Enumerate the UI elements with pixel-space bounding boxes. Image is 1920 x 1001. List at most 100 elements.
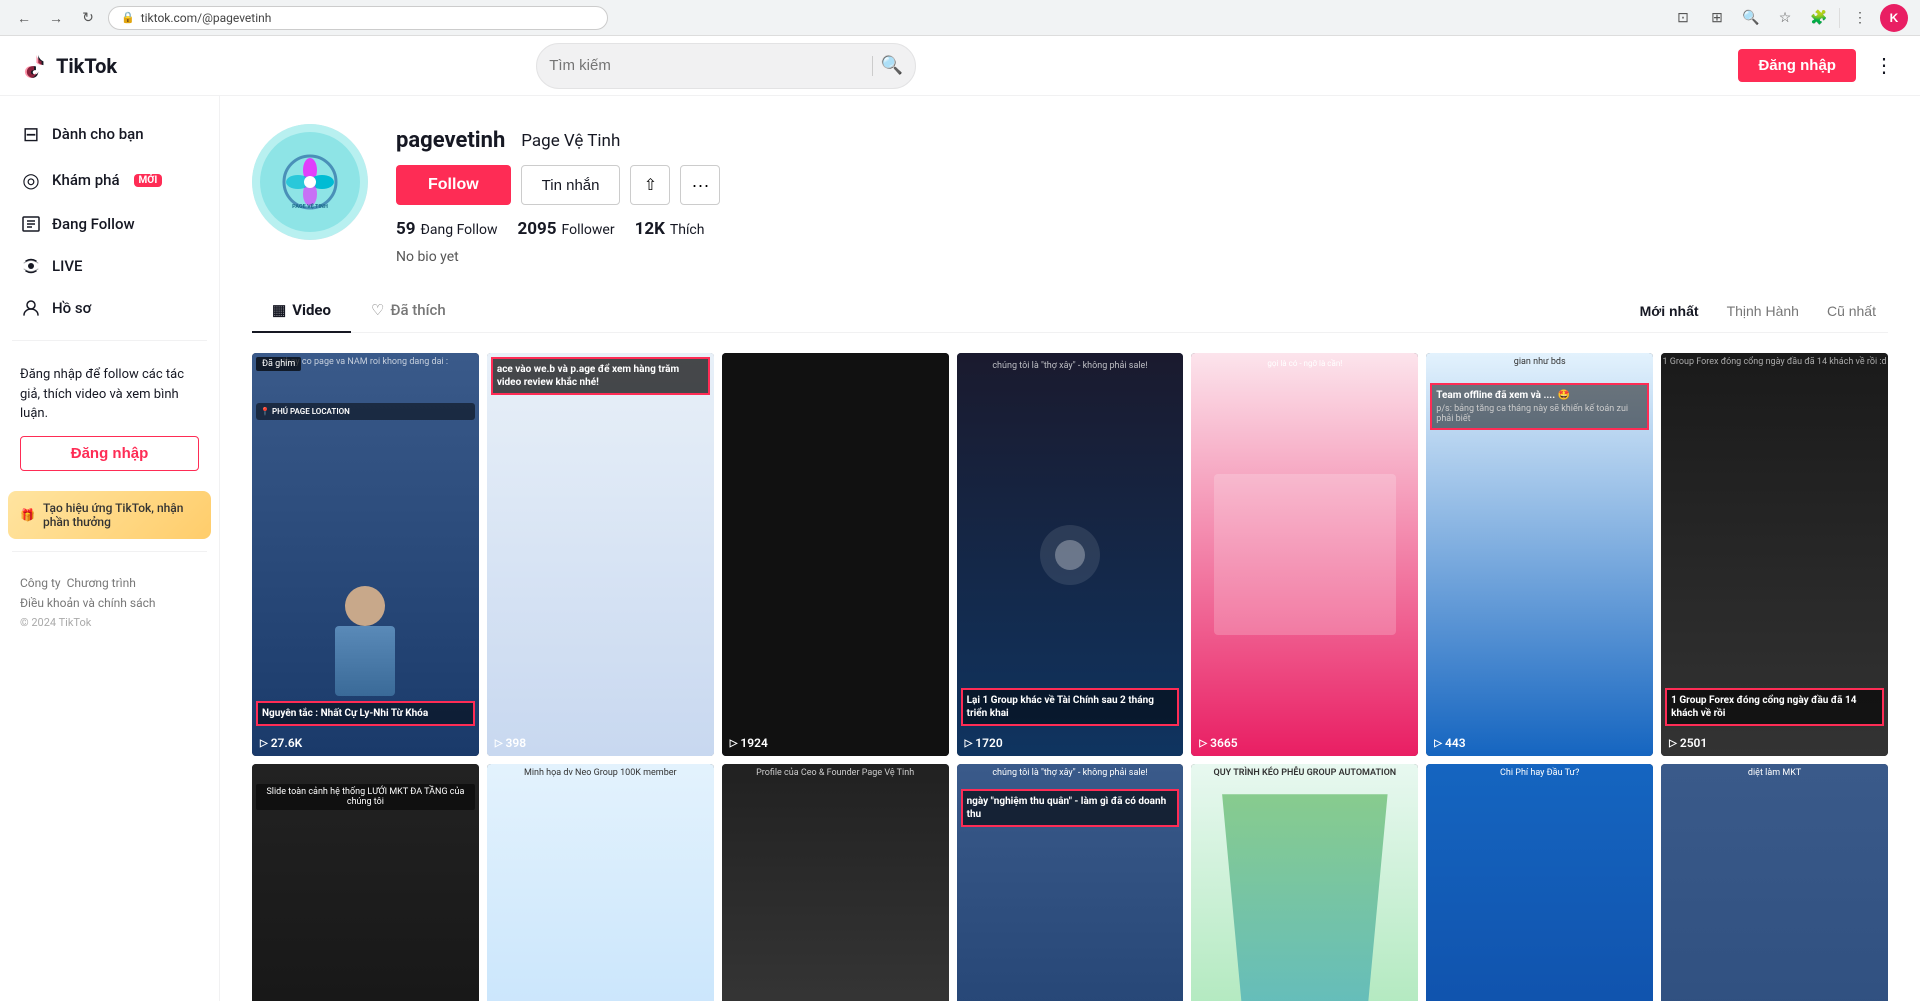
liked-tab-label: Đã thích <box>390 301 445 319</box>
video-card-12[interactable]: QUY TRÌNH KÉO PHỄU GROUP AUTOMATION ▷ 14… <box>1191 764 1418 1001</box>
tab-video[interactable]: ▦ Video <box>252 289 351 333</box>
top-navigation: TikTok 🔍 Đăng nhập ⋮ <box>0 36 1920 96</box>
sort-buttons: Mới nhất Thịnh Hành Cũ nhất <box>1628 297 1888 325</box>
video-card-13[interactable]: Chi Phí hay Đầu Tư? Chi Phí hay Đầu Tư? … <box>1426 764 1653 1001</box>
video-card-5[interactable]: gọi là có - ngỡ là cần! ▷ 3665 <box>1191 353 1418 756</box>
video-card-10[interactable]: Profile của Ceo & Founder Page Vệ Tinh P… <box>722 764 949 1001</box>
browser-translate-button[interactable]: ⊞ <box>1703 4 1731 32</box>
browser-more-button[interactable]: ⋮ <box>1846 4 1874 32</box>
message-button[interactable]: Tin nhắn <box>521 165 621 205</box>
browser-zoom-button[interactable]: 🔍 <box>1737 4 1765 32</box>
video-views-6: ▷ 443 <box>1434 736 1465 750</box>
video-views-5: ▷ 3665 <box>1199 736 1237 750</box>
video-card-3[interactable]: ▷ 1924 <box>722 353 949 756</box>
new-badge: MỚI <box>134 174 163 187</box>
sidebar-login-text: Đăng nhập để follow các tác giả, thích v… <box>20 365 199 424</box>
promo-icon: 🎁 <box>20 508 35 522</box>
video-caption-11: ngày "nghiệm thu quân" - làm gì đã có do… <box>961 789 1180 827</box>
profile-avatar: PAGE VỆ TINH <box>252 124 368 240</box>
dang-nhap-button[interactable]: Đăng nhập <box>1738 49 1856 82</box>
browser-url-bar[interactable]: 🔒 tiktok.com/@pagevetinh <box>108 6 608 30</box>
sort-newest-button[interactable]: Mới nhất <box>1628 297 1711 325</box>
sidebar-promo[interactable]: 🎁 Tạo hiệu ứng TikTok, nhận phần thưởng <box>8 491 211 539</box>
following-label: Đang Follow <box>421 222 498 238</box>
nav-actions: Đăng nhập ⋮ <box>1738 49 1900 82</box>
pinned-badge: Đã ghim <box>256 357 301 371</box>
sidebar-label-danh-cho-ban: Dành cho bạn <box>52 125 144 143</box>
profile-bio: No bio yet <box>396 249 1888 265</box>
video-views-4: ▷ 1720 <box>965 736 1003 750</box>
copyright-text: © 2024 TikTok <box>20 616 199 629</box>
tiktok-app: TikTok 🔍 Đăng nhập ⋮ ⊟ Dành cho bạn ◎ Kh… <box>0 36 1920 1001</box>
followers-stat[interactable]: 2095 Follower <box>517 219 614 239</box>
likes-label: Thích <box>670 222 705 238</box>
search-icon[interactable]: 🔍 <box>881 55 903 76</box>
video-card-7[interactable]: 1 Group Forex đóng cổng ngày đầu đã 14 k… <box>1661 353 1888 756</box>
profile-actions: Follow Tin nhắn ⇧ ··· <box>396 165 1888 205</box>
content-area: PAGE VỆ TINH pagevetinh Page Vệ Tinh Fol… <box>220 96 1920 1001</box>
browser-bar: ← → ↻ 🔒 tiktok.com/@pagevetinh ⊡ ⊞ 🔍 ☆ 🧩… <box>0 0 1920 36</box>
followers-label: Follower <box>562 222 615 238</box>
browser-extension-button[interactable]: 🧩 <box>1805 4 1833 32</box>
sidebar-label-dang-follow: Đang Follow <box>52 215 135 233</box>
search-bar[interactable]: 🔍 <box>536 43 916 89</box>
sidebar-label-live: LIVE <box>52 257 83 275</box>
sidebar-footer: Công ty Chương trình Điều khoản và chính… <box>8 564 211 641</box>
video-card-14[interactable]: diệt làm MKT Giữ lại bao nhiêu page Phụ … <box>1661 764 1888 1001</box>
following-stat[interactable]: 59 Đang Follow <box>396 219 497 239</box>
video-grid: thay co page va NAM roi khong dang dai :… <box>252 353 1888 1001</box>
browser-bookmark-button[interactable]: ☆ <box>1771 4 1799 32</box>
footer-link-program[interactable]: Chương trình <box>67 576 136 590</box>
sidebar-item-ho-so[interactable]: Hồ sơ <box>8 288 211 328</box>
sort-trending-button[interactable]: Thịnh Hành <box>1715 297 1811 325</box>
profile-username: pagevetinh <box>396 128 505 153</box>
video-tab-icon: ▦ <box>272 301 286 319</box>
video-views-1: ▷ 27.6K <box>260 736 302 750</box>
profile-tabs: ▦ Video ♡ Đã thích Mới nhất Thịnh Hành C… <box>252 289 1888 333</box>
video-card-9[interactable]: Minh họa dv Neo Group 100K member Minh h… <box>487 764 714 1001</box>
sidebar-label-kham-pha: Khám phá <box>52 171 120 189</box>
sidebar-item-kham-pha[interactable]: ◎ Khám phá MỚI <box>8 158 211 202</box>
more-profile-button[interactable]: ··· <box>680 165 720 205</box>
promo-text: Tạo hiệu ứng TikTok, nhận phần thưởng <box>43 501 199 529</box>
sidebar-item-live[interactable]: LIVE <box>8 246 211 286</box>
video-caption-2: ace vào we.b và p.age để xem hàng trăm v… <box>491 357 710 395</box>
profile-stats: 59 Đang Follow 2095 Follower 12K Thích <box>396 219 1888 239</box>
follow-button[interactable]: Follow <box>396 165 511 205</box>
video-views-2: ▷ 398 <box>495 736 526 750</box>
search-input[interactable] <box>549 57 864 74</box>
tab-liked[interactable]: ♡ Đã thích <box>351 289 466 333</box>
browser-back-button[interactable]: ← <box>12 6 36 30</box>
sidebar-item-danh-cho-ban[interactable]: ⊟ Dành cho bạn <box>8 112 211 156</box>
profile-header: PAGE VỆ TINH pagevetinh Page Vệ Tinh Fol… <box>252 124 1888 265</box>
sort-oldest-button[interactable]: Cũ nhất <box>1815 297 1888 325</box>
video-card-4[interactable]: chúng tôi là "thợ xây" - không phải sale… <box>957 353 1184 756</box>
video-card-2[interactable]: ace vào we.b và p.age để xem hàng trăm v… <box>487 353 714 756</box>
tiktok-logo[interactable]: TikTok <box>20 51 117 81</box>
browser-cast-button[interactable]: ⊡ <box>1669 4 1697 32</box>
footer-link-company[interactable]: Công ty <box>20 576 61 590</box>
share-icon: ⇧ <box>644 175 657 195</box>
footer-link-terms[interactable]: Điều khoản và chính sách <box>20 596 156 610</box>
sidebar: ⊟ Dành cho bạn ◎ Khám phá MỚI Đang Follo <box>0 96 220 1001</box>
browser-forward-button[interactable]: → <box>44 6 68 30</box>
browser-reload-button[interactable]: ↻ <box>76 6 100 30</box>
profile-info: pagevetinh Page Vệ Tinh Follow Tin nhắn … <box>396 124 1888 265</box>
video-card-8[interactable]: Slide toàn cảnh hệ thống LƯỚI MKT ĐA TẦN… <box>252 764 479 1001</box>
sidebar-login-section: Đăng nhập để follow các tác giả, thích v… <box>8 353 211 483</box>
profile-icon <box>20 298 42 318</box>
browser-user-avatar[interactable]: K <box>1880 4 1908 32</box>
video-card-11[interactable]: chúng tôi là "thợ xây" - không phải sale… <box>957 764 1184 1001</box>
browser-url-text: tiktok.com/@pagevetinh <box>141 11 272 25</box>
profile-username-row: pagevetinh Page Vệ Tinh <box>396 128 1888 153</box>
video-views-3: ▷ 1924 <box>730 736 768 750</box>
video-card-6[interactable]: gian như bds Team offline đã xem và ....… <box>1426 353 1653 756</box>
share-button[interactable]: ⇧ <box>630 165 670 205</box>
sidebar-item-dang-follow[interactable]: Đang Follow <box>8 204 211 244</box>
video-card-1[interactable]: thay co page va NAM roi khong dang dai :… <box>252 353 479 756</box>
svg-text:PAGE VỆ TINH: PAGE VỆ TINH <box>292 202 328 210</box>
sidebar-login-button[interactable]: Đăng nhập <box>20 436 199 471</box>
nav-more-button[interactable]: ⋮ <box>1868 50 1900 82</box>
explore-icon: ◎ <box>20 168 42 192</box>
likes-stat[interactable]: 12K Thích <box>635 219 705 239</box>
